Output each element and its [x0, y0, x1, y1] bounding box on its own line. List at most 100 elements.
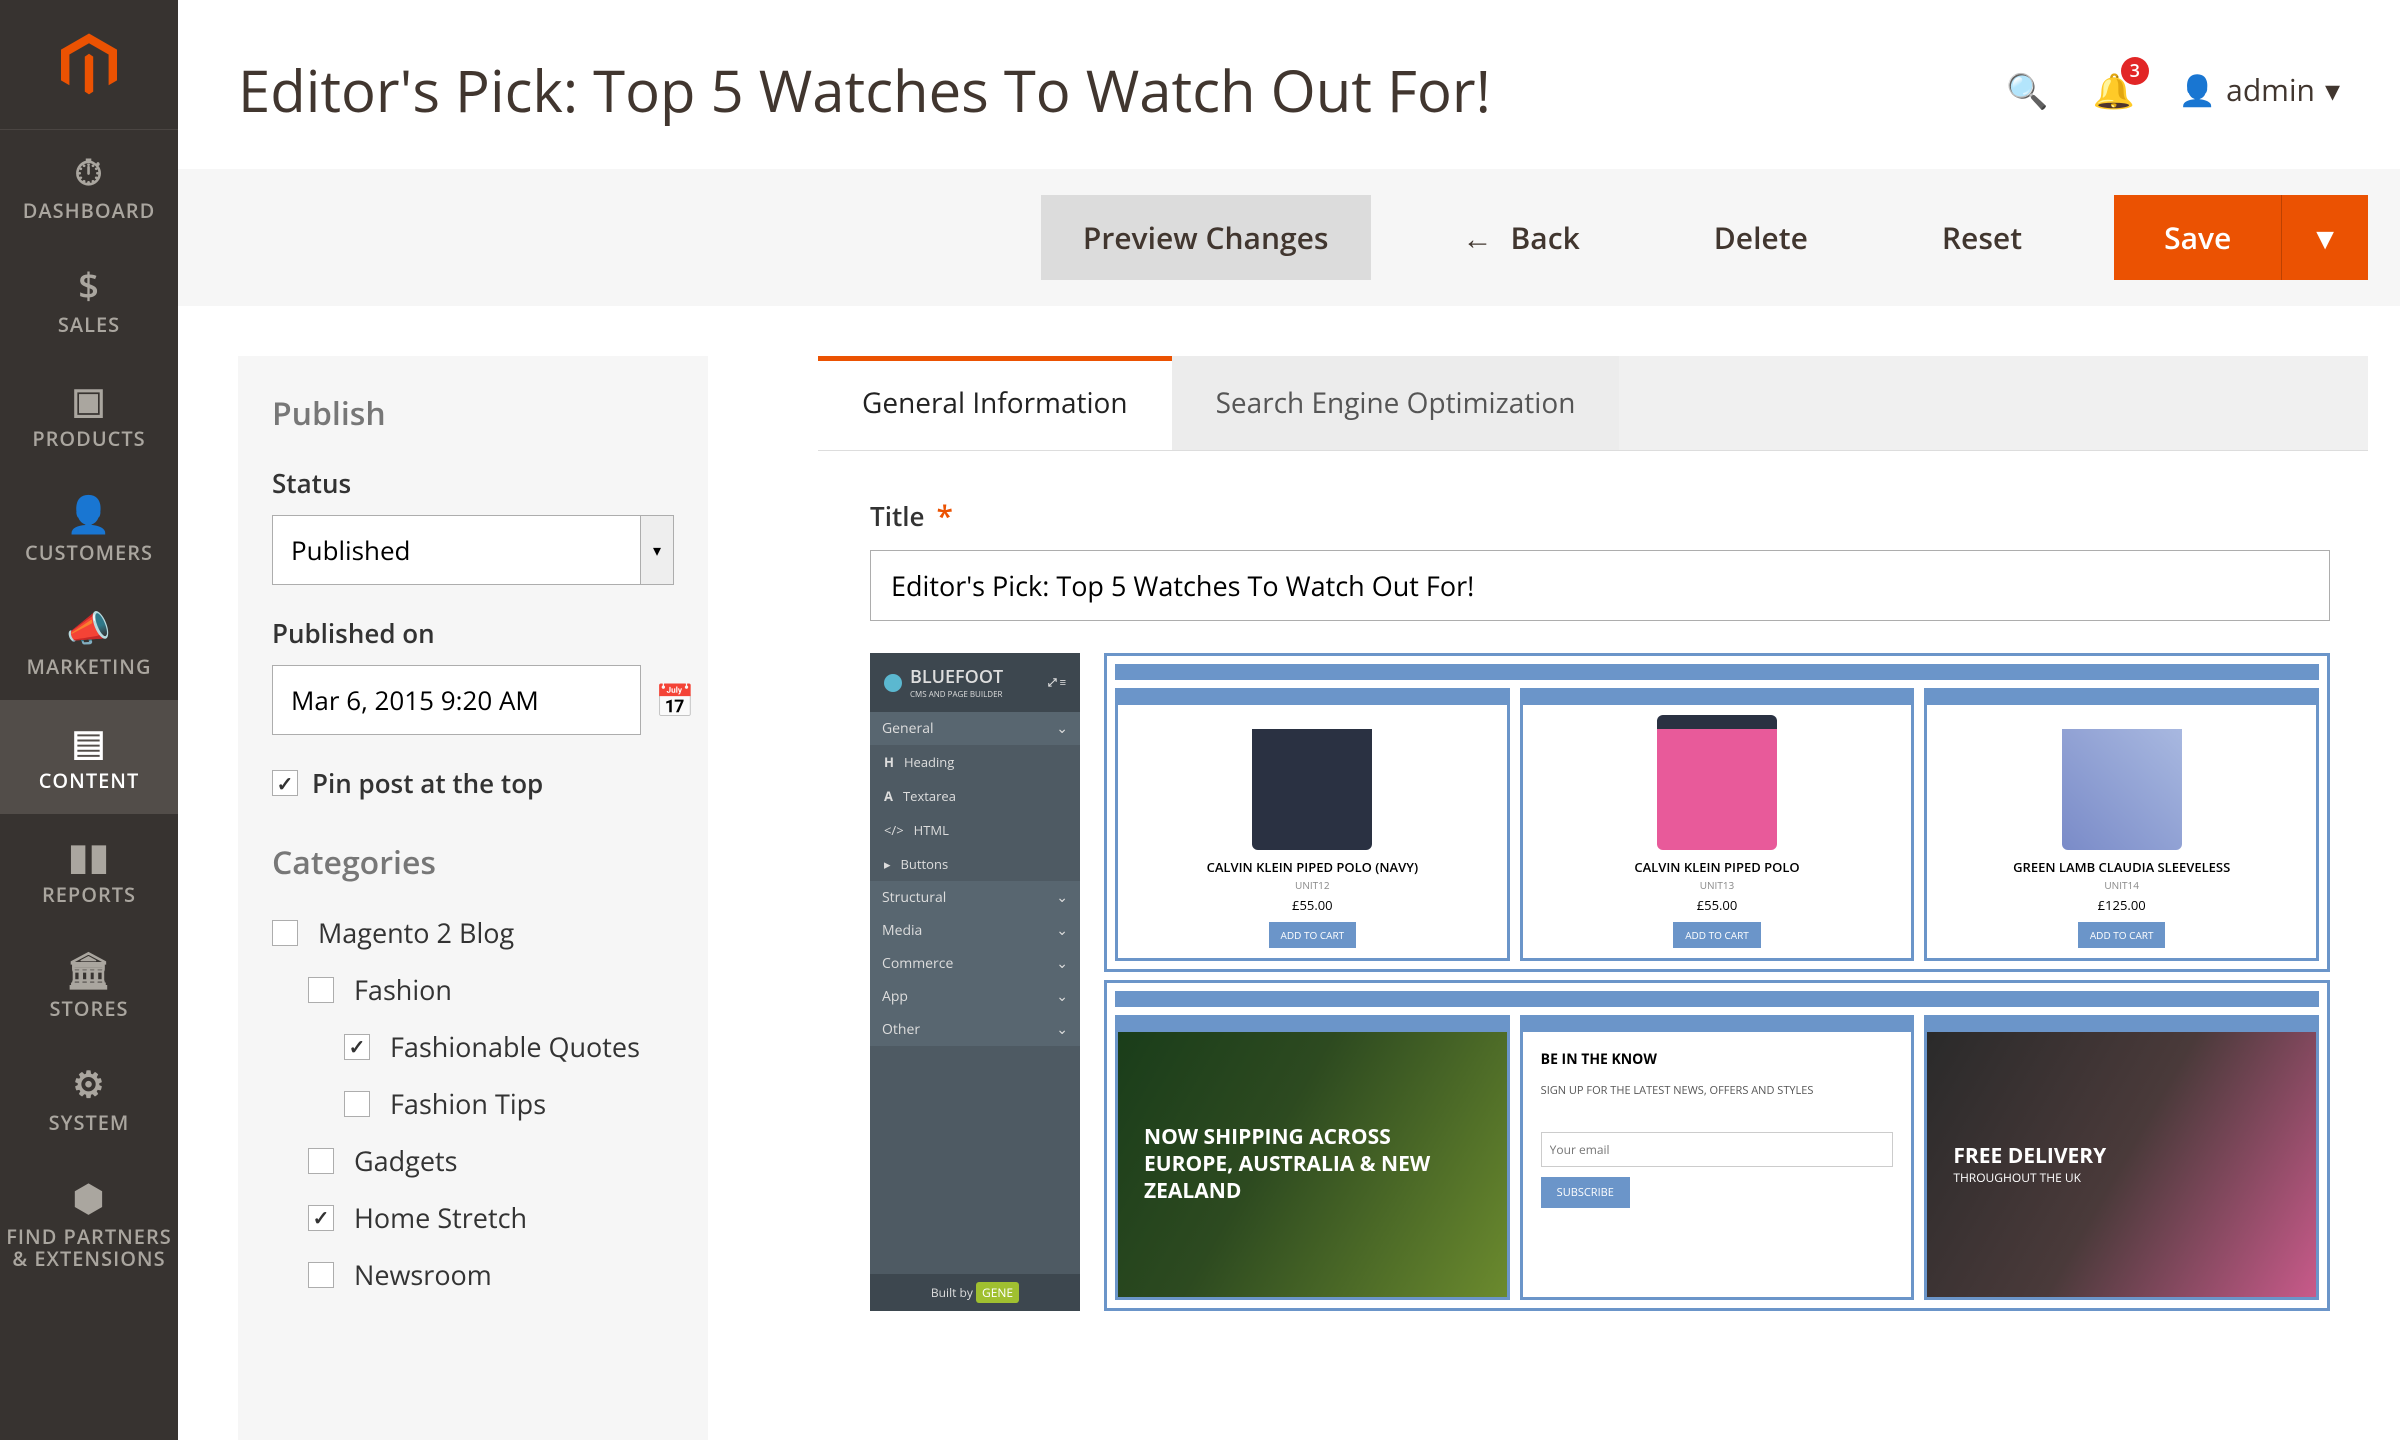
- chevron-down-icon: ⌄: [1056, 888, 1068, 907]
- add-to-cart-button[interactable]: ADD TO CART: [2078, 922, 2166, 948]
- delivery-promo: FREE DELIVERYTHROUGHOUT THE UK: [1927, 1032, 2316, 1297]
- category-item[interactable]: Newsroom: [272, 1256, 674, 1293]
- chevron-down-icon: ▾: [653, 539, 661, 561]
- status-select[interactable]: [272, 515, 641, 585]
- editor-area: General Information Search Engine Optimi…: [818, 356, 2368, 1440]
- nav-stores[interactable]: 🏛STORES: [0, 928, 178, 1042]
- notification-count: 3: [2121, 57, 2149, 85]
- tab-general[interactable]: General Information: [818, 356, 1172, 450]
- category-item[interactable]: Magento 2 Blog: [272, 914, 674, 951]
- nav-content[interactable]: ▤CONTENT: [0, 700, 178, 814]
- nav-marketing[interactable]: 📣MARKETING: [0, 586, 178, 700]
- product-image: [1252, 715, 1372, 850]
- product-column[interactable]: GREEN LAMB CLAUDIA SLEEVELESSUNIT14£125.…: [1924, 688, 2319, 961]
- bluefoot-group-structural[interactable]: Structural⌄: [870, 881, 1080, 914]
- nav-dashboard[interactable]: ⏱DASHBOARD: [0, 130, 178, 244]
- subscribe-button[interactable]: SUBSCRIBE: [1541, 1177, 1630, 1208]
- newsletter-email-input[interactable]: [1541, 1132, 1894, 1167]
- newsletter-column[interactable]: BE IN THE KNOW SIGN UP FOR THE LATEST NE…: [1520, 1015, 1915, 1300]
- page-title: Editor's Pick: Top 5 Watches To Watch Ou…: [238, 50, 2006, 129]
- checkbox-icon: [344, 1091, 370, 1117]
- column-handle[interactable]: [1927, 691, 2316, 705]
- status-dropdown-toggle[interactable]: ▾: [641, 515, 674, 585]
- title-field-label: Title*: [870, 495, 2368, 536]
- preview-changes-button[interactable]: Preview Changes: [1041, 195, 1371, 280]
- chevron-down-icon: ⌄: [1056, 921, 1068, 940]
- product-image: [2062, 715, 2182, 850]
- bluefoot-group-commerce[interactable]: Commerce⌄: [870, 947, 1080, 980]
- product-image: [1657, 715, 1777, 850]
- builder-row[interactable]: NOW SHIPPING ACROSS EUROPE, AUSTRALIA & …: [1104, 980, 2330, 1311]
- nav-system[interactable]: ⚙SYSTEM: [0, 1042, 178, 1156]
- bluefoot-group-general[interactable]: General⌄: [870, 712, 1080, 745]
- search-button[interactable]: 🔍: [2006, 67, 2048, 113]
- add-to-cart-button[interactable]: ADD TO CART: [1269, 922, 1357, 948]
- bluefoot-item-buttons[interactable]: ▸Buttons: [870, 847, 1080, 881]
- category-item[interactable]: ✓Home Stretch: [272, 1199, 674, 1236]
- delete-button[interactable]: Delete: [1672, 195, 1850, 280]
- bluefoot-item-html[interactable]: </>HTML: [870, 813, 1080, 847]
- title-input[interactable]: [870, 550, 2330, 621]
- column-handle[interactable]: [1118, 691, 1507, 705]
- bluefoot-footer: Built by GENE: [870, 1274, 1080, 1311]
- user-menu[interactable]: 👤 admin ▾: [2179, 69, 2340, 110]
- nav-partners[interactable]: ⬢FIND PARTNERS & EXTENSIONS: [0, 1156, 178, 1292]
- tab-seo[interactable]: Search Engine Optimization: [1172, 356, 1620, 450]
- nav-sales[interactable]: $SALES: [0, 244, 178, 358]
- product-column[interactable]: CALVIN KLEIN PIPED POLO (NAVY)UNIT12£55.…: [1115, 688, 1510, 961]
- page-header: Editor's Pick: Top 5 Watches To Watch Ou…: [178, 0, 2400, 169]
- column-handle[interactable]: [1927, 1018, 2316, 1032]
- expand-icon[interactable]: ⤢ ≡: [1048, 675, 1066, 690]
- row-handle[interactable]: [1115, 664, 2319, 680]
- person-icon: 👤: [66, 494, 112, 534]
- search-icon: 🔍: [2006, 67, 2048, 113]
- bluefoot-group-media[interactable]: Media⌄: [870, 914, 1080, 947]
- layout-icon: ▤: [71, 722, 106, 762]
- bluefoot-logo-icon: [884, 674, 902, 692]
- checkbox-icon: [308, 1148, 334, 1174]
- pin-post-checkbox[interactable]: ✓ Pin post at the top: [272, 765, 674, 801]
- row-handle[interactable]: [1115, 991, 2319, 1007]
- promo-column[interactable]: FREE DELIVERYTHROUGHOUT THE UK: [1924, 1015, 2319, 1300]
- nav-customers[interactable]: 👤CUSTOMERS: [0, 472, 178, 586]
- bluefoot-item-textarea[interactable]: ATextarea: [870, 779, 1080, 813]
- save-button[interactable]: Save: [2114, 195, 2281, 280]
- column-handle[interactable]: [1523, 691, 1912, 705]
- category-item[interactable]: Fashion: [272, 971, 674, 1008]
- add-to-cart-button[interactable]: ADD TO CART: [1673, 922, 1761, 948]
- checkbox-checked-icon: ✓: [344, 1034, 370, 1060]
- builder-row[interactable]: CALVIN KLEIN PIPED POLO (NAVY)UNIT12£55.…: [1104, 653, 2330, 972]
- bluefoot-item-heading[interactable]: HHeading: [870, 745, 1080, 779]
- category-item[interactable]: Fashion Tips: [272, 1085, 674, 1122]
- category-item[interactable]: Gadgets: [272, 1142, 674, 1179]
- shipping-promo: NOW SHIPPING ACROSS EUROPE, AUSTRALIA & …: [1118, 1032, 1507, 1297]
- published-on-input[interactable]: [272, 665, 641, 735]
- bluefoot-sidebar: BLUEFOOTCMS AND PAGE BUILDER ⤢ ≡ General…: [870, 653, 1080, 1311]
- status-label: Status: [272, 465, 674, 501]
- magento-logo[interactable]: [0, 0, 178, 130]
- promo-column[interactable]: NOW SHIPPING ACROSS EUROPE, AUSTRALIA & …: [1115, 1015, 1510, 1300]
- newsletter-block: BE IN THE KNOW SIGN UP FOR THE LATEST NE…: [1523, 1032, 1912, 1297]
- bluefoot-group-other[interactable]: Other⌄: [870, 1013, 1080, 1046]
- required-icon: *: [936, 495, 952, 536]
- chevron-down-icon: ▾: [2325, 69, 2340, 110]
- gauge-icon: ⏱: [74, 152, 103, 192]
- column-handle[interactable]: [1118, 1018, 1507, 1032]
- chevron-down-icon: ⌄: [1056, 719, 1068, 738]
- reset-button[interactable]: Reset: [1900, 195, 2064, 280]
- calendar-icon[interactable]: 📅: [655, 679, 695, 722]
- categories-list: Magento 2 Blog Fashion ✓Fashionable Quot…: [272, 914, 674, 1293]
- category-item[interactable]: ✓Fashionable Quotes: [272, 1028, 674, 1065]
- checkbox-icon: [272, 920, 298, 946]
- cube-icon: ▣: [71, 380, 106, 420]
- gear-icon: ⚙: [72, 1064, 105, 1104]
- save-dropdown-button[interactable]: ▼: [2281, 195, 2368, 280]
- notifications-button[interactable]: 🔔 3: [2092, 67, 2134, 113]
- product-column[interactable]: CALVIN KLEIN PIPED POLOUNIT13£55.00ADD T…: [1520, 688, 1915, 961]
- nav-products[interactable]: ▣PRODUCTS: [0, 358, 178, 472]
- column-handle[interactable]: [1523, 1018, 1912, 1032]
- checkbox-icon: [308, 977, 334, 1003]
- bluefoot-group-app[interactable]: App⌄: [870, 980, 1080, 1013]
- nav-reports[interactable]: ▮▮REPORTS: [0, 814, 178, 928]
- back-button[interactable]: ←Back: [1421, 195, 1622, 280]
